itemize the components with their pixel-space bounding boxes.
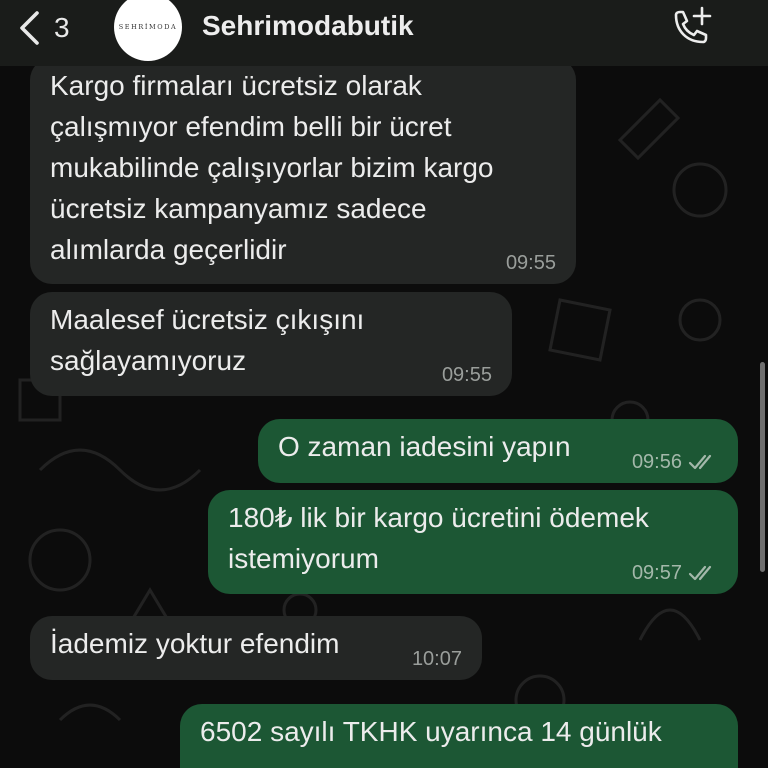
avatar-logo-text: SEHRİMODA <box>118 23 178 31</box>
chat-screen: 3 SEHRİMODA Sehrimodabutik Kargo firmala… <box>0 0 768 768</box>
message-meta: 10:07 <box>412 649 462 669</box>
message-bubble-outgoing[interactable]: O zaman iadesini yapın 09:56 <box>258 419 738 483</box>
message-time: 09:57 <box>631 562 682 584</box>
message-time: 10:07 <box>411 648 462 670</box>
read-ticks-icon <box>688 565 712 581</box>
contact-avatar[interactable]: SEHRİMODA <box>114 0 182 61</box>
message-bubble-incoming[interactable]: Kargo firmaları ücretsiz olarak çalışmıy… <box>30 58 576 284</box>
message-meta: 09:55 <box>442 365 492 385</box>
message-text: Kargo firmaları ücretsiz olarak çalışmıy… <box>50 70 494 265</box>
message-meta: 09:55 <box>506 253 556 273</box>
contact-name[interactable]: Sehrimodabutik <box>202 10 414 42</box>
message-bubble-incoming[interactable]: Maalesef ücretsiz çıkışını sağlayamıyoru… <box>30 292 512 396</box>
message-bubble-outgoing[interactable]: 180₺ lik bir kargo ücretini ödemek istem… <box>208 490 738 594</box>
message-time: 09:55 <box>441 364 492 386</box>
back-button[interactable]: 3 <box>18 8 70 48</box>
message-meta: 09:57 <box>632 563 718 583</box>
read-ticks-icon <box>688 454 712 470</box>
message-text: 6502 sayılı TKHK uyarınca 14 günlük <box>200 716 662 747</box>
chat-header: 3 SEHRİMODA Sehrimodabutik <box>0 0 768 66</box>
voice-call-button[interactable] <box>668 6 714 50</box>
message-text: Maalesef ücretsiz çıkışını sağlayamıyoru… <box>50 304 365 376</box>
chevron-left-icon <box>20 11 39 45</box>
message-bubble-outgoing[interactable]: 6502 sayılı TKHK uyarınca 14 günlük <box>180 704 738 768</box>
message-bubble-incoming[interactable]: İademiz yoktur efendim 10:07 <box>30 616 482 680</box>
chat-scrollbar[interactable] <box>760 362 765 572</box>
message-time: 09:56 <box>631 451 682 473</box>
message-time: 09:55 <box>505 252 556 274</box>
message-text: İademiz yoktur efendim <box>50 628 340 659</box>
phone-add-icon <box>674 6 712 44</box>
message-meta: 09:56 <box>632 452 718 472</box>
unread-count: 3 <box>54 12 70 43</box>
